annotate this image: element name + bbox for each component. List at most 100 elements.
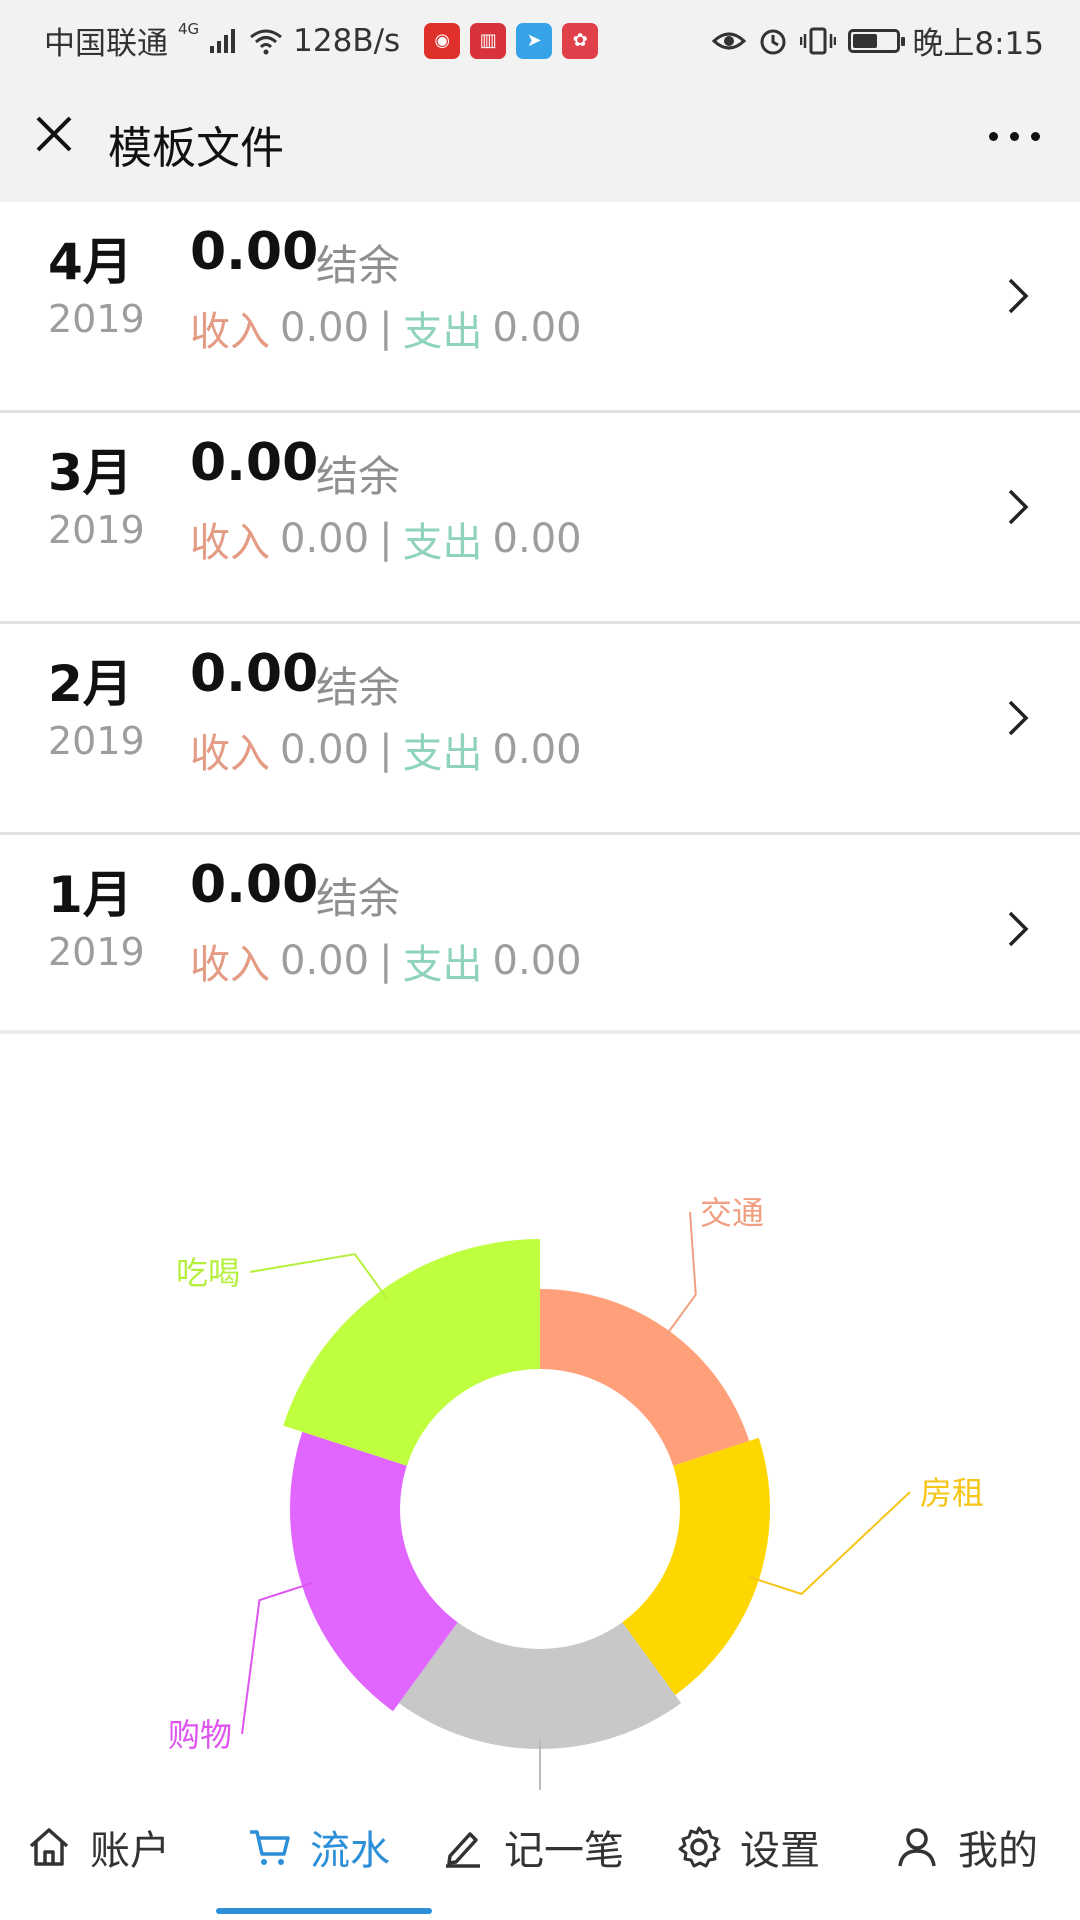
network-type: 4G [178,19,200,38]
chart-label-0: 交通 [700,1194,764,1232]
month-label: 3月 [48,444,133,502]
year-label: 2019 [48,508,145,552]
nav-item-account[interactable]: 账户 [26,1818,170,1876]
nav-label: 流水 [310,1828,390,1874]
income-expense-summary: 收入 0.00 | 支出 0.00 [190,932,582,990]
expense-label: 支出 [402,520,483,566]
netease-music-icon: ◉ [424,22,461,59]
balance-label: 结余 [316,241,401,290]
balance-amount: 0.00 [190,855,319,915]
income-label: 收入 [190,309,270,355]
carrier-name: 中国联通 [44,26,168,62]
nav-item-profile[interactable]: 我的 [894,1818,1038,1876]
income-expense-summary: 收入 0.00 | 支出 0.00 [190,510,582,568]
separator: | [379,938,393,984]
nav-item-transactions[interactable]: 流水 [246,1818,390,1876]
pencil-icon [446,1832,480,1868]
alarm-icon [760,29,786,54]
expense-label: 支出 [402,942,483,988]
status-bar: 中国联通 4G 128B/s ◉ ▥ ➤ ✿ 晚上8:15 [0,0,1080,76]
month-row-april[interactable]: 4月 2019 0.00 结余 收入 0.00 | 支出 0.00 [0,202,1080,413]
clock: 晚上8:15 [912,26,1044,62]
chevron-right-icon [1008,489,1029,525]
home-icon [29,1828,69,1866]
income-expense-summary: 收入 0.00 | 支出 0.00 [190,721,582,779]
more-dot [989,132,998,141]
year-label: 2019 [48,930,145,974]
battery-icon [848,28,906,53]
year-label: 2019 [48,719,145,763]
income-label: 收入 [190,731,270,777]
month-row-january[interactable]: 1月 2019 0.00 结余 收入 0.00 | 支出 0.00 [0,835,1080,1046]
income-expense-summary: 收入 0.00 | 支出 0.00 [190,299,582,357]
month-row-march[interactable]: 3月 2019 0.00 结余 收入 0.00 | 支出 0.00 [0,413,1080,624]
separator: | [379,516,393,562]
income-label: 收入 [190,520,270,566]
reader-app-icon: ▥ [470,22,507,59]
separator: | [379,727,393,773]
income-value: 0.00 [280,938,370,984]
more-dot [1010,132,1019,141]
gear-icon [678,1826,721,1868]
more-dot [1031,132,1040,141]
network-speed: 128B/s [293,22,401,59]
cart-icon [250,1830,290,1865]
chevron-right-icon [1008,911,1029,947]
expense-value: 0.00 [492,938,582,984]
income-label: 收入 [190,942,270,988]
balance-label: 结余 [316,663,401,712]
income-value: 0.00 [280,516,370,562]
eye-icon [712,32,747,49]
expense-value: 0.00 [492,727,582,773]
month-label: 4月 [48,233,133,291]
chart-label-1: 房租 [920,1474,984,1512]
title-bar: 模板文件 [0,76,1080,202]
donut-chart: 交通房租购物 吃喝 [168,1194,984,1794]
chart-label-line-4 [249,1253,388,1300]
huawei-app-icon: ✿ [562,22,599,59]
income-value: 0.00 [280,727,370,773]
wifi-icon [250,29,283,54]
balance-label: 结余 [316,874,401,923]
more-options-button[interactable] [989,132,1040,141]
separator: | [379,305,393,351]
expense-chart: 交通房租购物 吃喝 [0,1030,1080,1794]
month-row-february[interactable]: 2月 2019 0.00 结余 收入 0.00 | 支出 0.00 [0,624,1080,835]
signal-icon [210,28,236,53]
chart-label-4: 吃喝 [176,1254,240,1292]
expense-value: 0.00 [492,305,582,351]
month-list: 4月 2019 0.00 结余 收入 0.00 | 支出 0.00 3月 201… [0,202,1080,1046]
bottom-nav: 账户 流水 记一笔 设置 我的 [0,1790,1080,1920]
income-value: 0.00 [280,305,370,351]
balance-amount: 0.00 [190,644,319,704]
active-tab-indicator [216,1908,432,1914]
balance-amount: 0.00 [190,222,319,282]
expense-value: 0.00 [492,516,582,562]
expense-label: 支出 [402,731,483,777]
chart-slice-0[interactable] [540,1289,750,1466]
month-label: 1月 [48,866,133,924]
nav-item-record[interactable]: 记一笔 [440,1818,624,1876]
person-icon [898,1828,936,1867]
chart-slice-4[interactable] [283,1239,540,1466]
month-label: 2月 [48,655,133,713]
page-title: 模板文件 [108,123,284,174]
chart-label-3: 购物 [168,1716,232,1754]
chart-label-line-1 [748,1491,911,1596]
chevron-right-icon [1008,278,1029,314]
expense-label: 支出 [402,309,483,355]
chart-label-line-3 [241,1582,313,1735]
year-label: 2019 [48,297,145,341]
vibrate-icon [800,27,837,54]
nav-item-settings[interactable]: 设置 [676,1818,820,1876]
chart-label-line-0 [662,1211,697,1340]
paper-plane-icon: ➤ [516,22,553,59]
nav-label: 我的 [958,1828,1038,1874]
nav-label: 设置 [740,1828,820,1874]
nav-label: 账户 [90,1828,170,1874]
balance-label: 结余 [316,452,401,501]
chevron-right-icon [1008,700,1029,736]
close-icon[interactable] [30,110,78,158]
balance-amount: 0.00 [190,433,319,493]
nav-label: 记一笔 [504,1828,624,1874]
